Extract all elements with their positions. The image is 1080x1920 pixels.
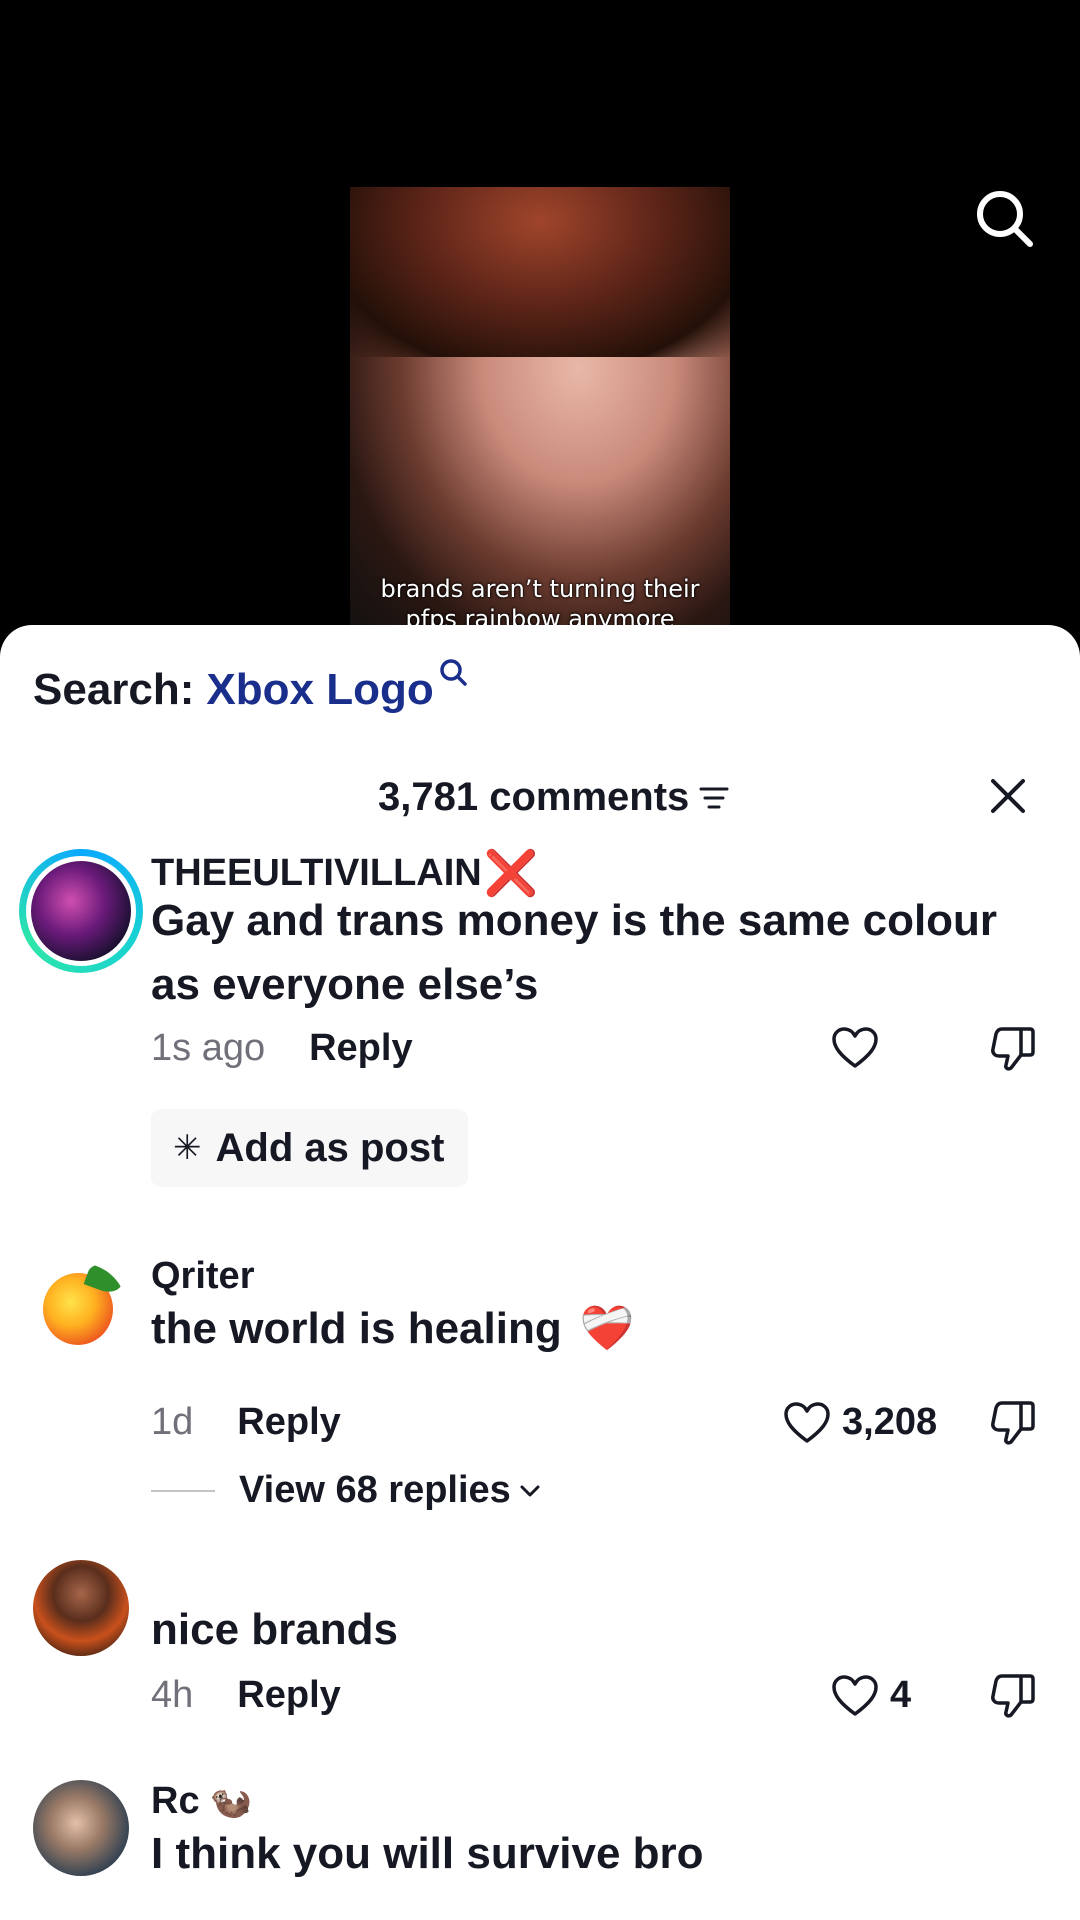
comment-username[interactable]: Rc 🦦 — [151, 1780, 252, 1823]
like-button[interactable] — [832, 1027, 878, 1069]
otter-emoji: 🦦 — [209, 1782, 252, 1821]
comment-item: Qriter the world is healing ❤️‍🩹 1d Repl… — [0, 1255, 1080, 1515]
sort-filter-icon[interactable] — [699, 785, 729, 811]
avatar[interactable] — [33, 1780, 129, 1876]
username-text[interactable]: Rc — [151, 1780, 200, 1823]
comment-time: 1s ago — [151, 1027, 266, 1069]
comments-sheet: Search: Xbox Logo 3,781 comments THEEULT… — [0, 625, 1080, 1920]
chevron-down-icon — [520, 1485, 540, 1496]
comment-item: Rc 🦦 I think you will survive bro — [0, 1780, 1080, 1920]
search-suggestion[interactable]: Search: Xbox Logo — [33, 659, 468, 715]
like-button[interactable]: 3,208 — [784, 1401, 937, 1444]
comment-meta: 4h Reply — [151, 1674, 341, 1717]
comment-time: 1d — [151, 1401, 194, 1443]
sparkle-icon: ✳ — [173, 1129, 202, 1167]
comments-count-sort[interactable]: 3,781 comments — [378, 775, 729, 820]
like-count: 3,208 — [842, 1401, 938, 1443]
search-suggestion-label: Search: — [33, 665, 195, 714]
like-button[interactable]: 4 — [832, 1674, 911, 1717]
search-suggestion-term[interactable]: Xbox Logo — [206, 665, 433, 715]
comment-text-row: the world is healing ❤️‍🩹 — [151, 1297, 1031, 1361]
close-icon[interactable] — [990, 778, 1026, 814]
comment-item: nice brands 4h Reply 4 — [0, 1560, 1080, 1750]
comment-meta: 1s ago Reply — [151, 1027, 413, 1070]
comment-text: nice brands — [151, 1605, 398, 1654]
reply-button[interactable]: Reply — [309, 1027, 412, 1070]
comments-count: 3,781 comments — [378, 775, 690, 819]
replies-divider — [151, 1489, 215, 1492]
video-player[interactable]: brands aren’t turning their pfps rainbow… — [0, 0, 1080, 640]
view-replies-label: View 68 replies — [239, 1469, 511, 1511]
reply-button[interactable]: Reply — [237, 1401, 340, 1444]
comment-time: 4h — [151, 1674, 194, 1716]
mending-heart-emoji: ❤️‍🩹 — [579, 1304, 635, 1353]
heart-icon — [832, 1674, 878, 1716]
comment-text: I think you will survive bro — [151, 1829, 704, 1878]
heart-icon — [784, 1401, 830, 1443]
search-icon[interactable] — [972, 186, 1036, 250]
avatar[interactable] — [33, 1263, 127, 1357]
thumbs-down-icon[interactable] — [990, 1672, 1036, 1718]
add-as-post-label: Add as post — [215, 1125, 445, 1170]
video-thumbnail[interactable]: brands aren’t turning their pfps rainbow… — [350, 187, 730, 640]
comment-text: Gay and trans money is the same colour a… — [151, 896, 998, 1009]
video-subject-hair — [350, 187, 730, 357]
like-count: 4 — [890, 1674, 912, 1716]
video-caption-line-1: brands aren’t turning their — [380, 575, 700, 603]
comments-header: 3,781 comments — [0, 765, 1080, 825]
comment-meta: 1d Reply — [151, 1401, 341, 1444]
search-suggestion-icon — [439, 659, 467, 686]
avatar[interactable] — [33, 1560, 129, 1656]
avatar[interactable] — [19, 849, 143, 973]
thumbs-down-icon[interactable] — [990, 1025, 1036, 1071]
comment-text: the world is healing — [151, 1304, 562, 1353]
add-as-post-button[interactable]: ✳ Add as post — [151, 1109, 469, 1187]
reply-button[interactable]: Reply — [237, 1674, 340, 1717]
heart-icon — [832, 1027, 878, 1068]
view-replies-button[interactable]: View 68 replies — [151, 1469, 541, 1512]
comment-username[interactable]: Qriter — [151, 1255, 254, 1298]
comment-item: THEEULTIVILLAIN ❌ Gay and trans money is… — [0, 847, 1080, 1187]
thumbs-down-icon[interactable] — [990, 1399, 1036, 1445]
